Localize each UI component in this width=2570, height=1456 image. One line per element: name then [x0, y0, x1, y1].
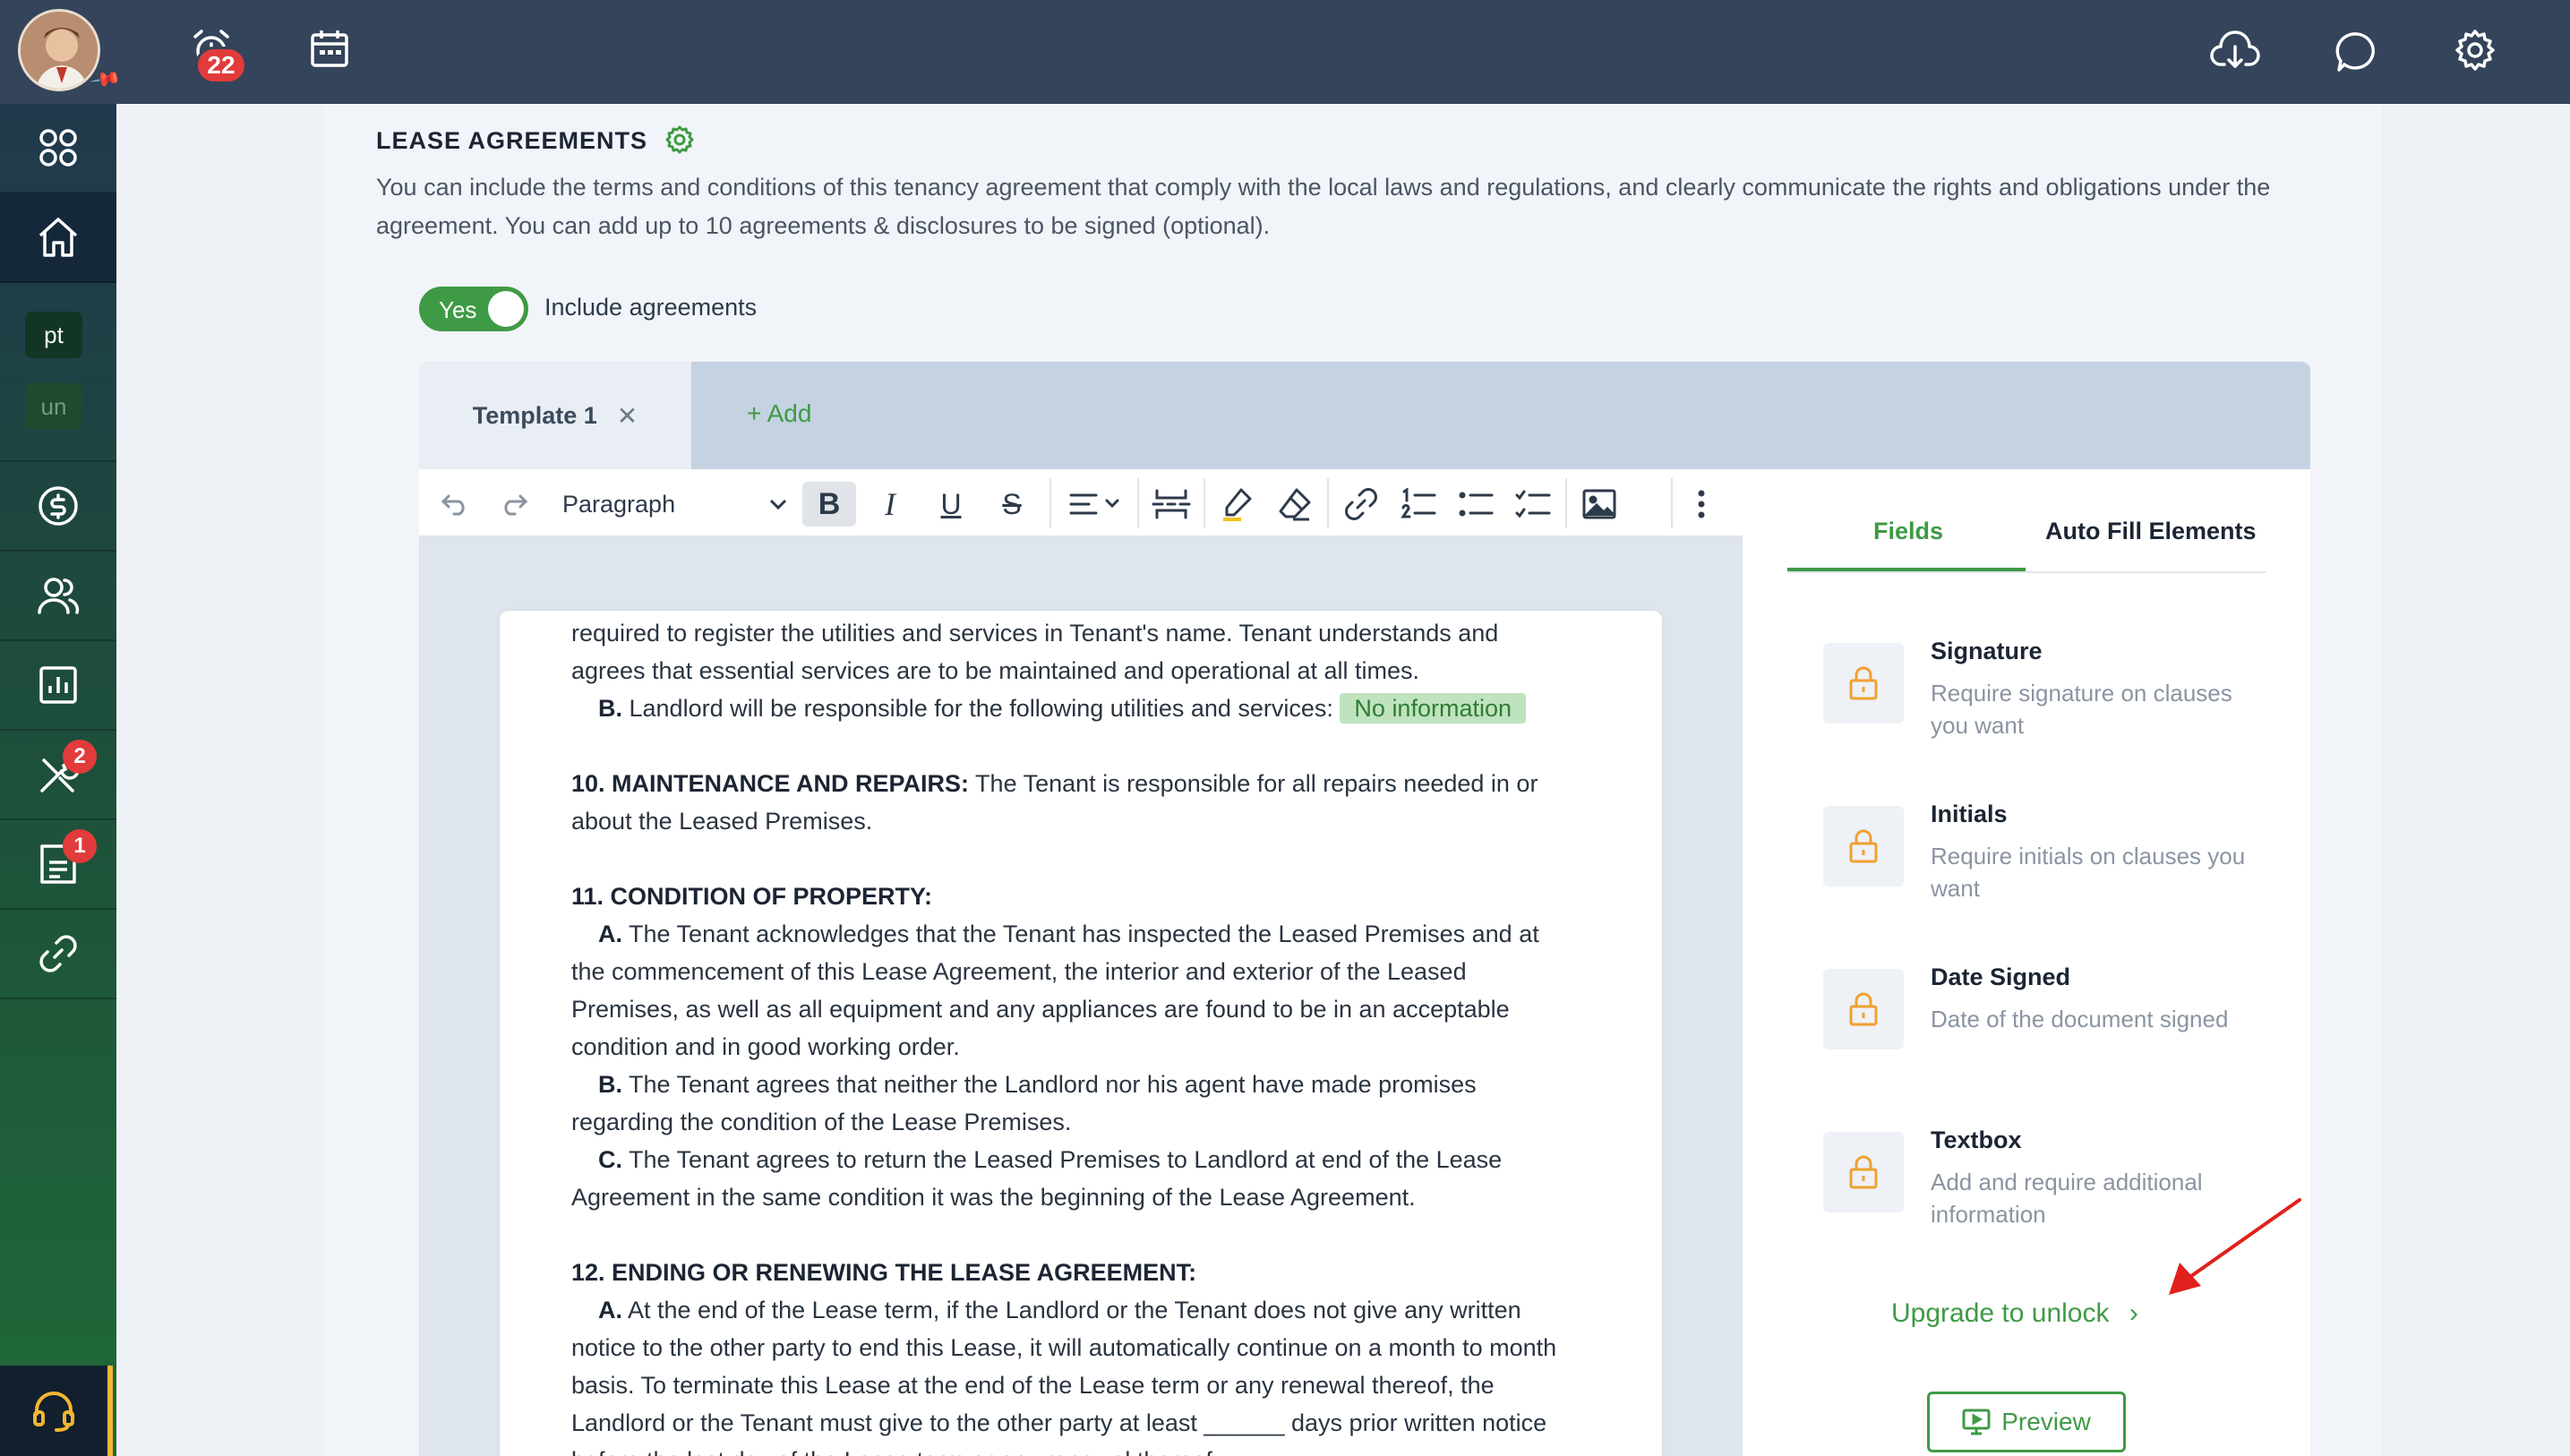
sidebar-item-reports[interactable] — [0, 641, 116, 731]
monitor-play-icon — [1962, 1409, 1991, 1435]
calendar-icon[interactable] — [306, 25, 353, 72]
sidebar-chip-pt[interactable]: pt — [25, 312, 82, 358]
add-template-button[interactable]: + Add — [747, 399, 811, 428]
preview-button[interactable]: Preview — [1927, 1392, 2126, 1452]
sidebar-portfolio-group: pt un — [0, 283, 116, 462]
block-format-value: Paragraph — [562, 490, 676, 518]
gear-icon[interactable] — [2450, 25, 2500, 75]
sidebar-item-payments[interactable] — [0, 462, 116, 552]
checklist-icon[interactable] — [1508, 482, 1558, 527]
field-initials[interactable]: Initials Require initials on clauses you… — [1823, 801, 2271, 908]
sidebar: pt un 2 1 — [0, 104, 116, 1456]
documents-badge: 1 — [63, 829, 97, 863]
sidebar-item-home[interactable] — [0, 193, 116, 283]
bold-button[interactable]: B — [802, 482, 856, 527]
field-name: Textbox — [1931, 1126, 2022, 1153]
top-bar: 📌 22 — [0, 0, 2570, 104]
users-icon — [38, 578, 80, 614]
chevron-right-icon: › — [2129, 1298, 2138, 1328]
align-left-icon — [1069, 493, 1119, 515]
chevron-down-icon — [769, 499, 787, 510]
document-page[interactable]: required to register the utilities and s… — [500, 611, 1662, 1456]
tab-auto-fill-elements[interactable]: Auto Fill Elements — [2045, 518, 2257, 545]
numbered-list-icon[interactable] — [1393, 482, 1443, 527]
headset-icon — [33, 1391, 74, 1432]
tab-template-1[interactable]: Template 1 ✕ — [419, 362, 691, 469]
tools-badge: 2 — [63, 740, 97, 774]
include-agreements-toggle[interactable]: Yes — [419, 287, 528, 331]
section-description: You can include the terms and conditions… — [376, 174, 2271, 239]
annotation-arrow-icon — [2169, 1198, 2301, 1295]
lock-icon — [1823, 969, 1904, 1049]
sidebar-item-apps[interactable] — [0, 104, 116, 193]
align-button[interactable] — [1058, 482, 1130, 527]
page-break-icon[interactable] — [1146, 482, 1196, 527]
toggle-knob — [488, 291, 524, 327]
settings-gear-icon[interactable] — [664, 124, 695, 155]
support-button[interactable] — [0, 1366, 113, 1456]
strikethrough-button[interactable]: S — [985, 482, 1039, 527]
italic-button[interactable]: I — [863, 482, 917, 527]
section-title: LEASE AGREEMENTS — [376, 124, 695, 155]
close-icon[interactable]: ✕ — [617, 401, 638, 431]
field-name: Signature — [1931, 638, 2043, 664]
link-icon — [39, 935, 77, 972]
lock-icon — [1823, 1132, 1904, 1212]
chat-icon[interactable] — [2332, 27, 2382, 77]
sidebar-chip-un[interactable]: un — [25, 383, 82, 430]
sidebar-item-links[interactable] — [0, 910, 116, 999]
block-format-select[interactable]: Paragraph — [562, 482, 795, 527]
field-description: Require signature on clauses you want — [1931, 680, 2232, 739]
cloud-download-icon[interactable] — [2208, 25, 2262, 79]
tab-fields[interactable]: Fields — [1873, 518, 1943, 545]
tab-label: Template 1 — [472, 401, 597, 429]
chart-icon — [39, 666, 77, 704]
upgrade-to-unlock-link[interactable]: Upgrade to unlock › — [1891, 1298, 2138, 1329]
underline-button[interactable]: U — [924, 482, 978, 527]
document-text[interactable]: required to register the utilities and s… — [571, 611, 1610, 1456]
no-information-tag[interactable]: No information — [1340, 693, 1527, 724]
field-description: Date of the document signed — [1931, 1006, 2229, 1032]
editor-toolbar: Paragraph B I U S — [419, 469, 1743, 537]
field-date-signed[interactable]: Date Signed Date of the document signed — [1823, 964, 2271, 1071]
user-avatar[interactable] — [18, 9, 100, 91]
dollar-circle-icon — [39, 486, 78, 526]
undo-icon[interactable] — [435, 482, 475, 527]
field-name: Date Signed — [1931, 964, 2071, 990]
home-icon — [39, 218, 78, 257]
active-tab-indicator — [1787, 568, 2026, 571]
toggle-state-label: Yes — [439, 296, 477, 323]
sidebar-item-maintenance[interactable]: 2 — [0, 731, 116, 820]
eraser-icon[interactable] — [1270, 482, 1320, 527]
fields-panel-tabs: Fields Auto Fill Elements — [1787, 501, 2266, 573]
bullet-list-icon[interactable] — [1451, 482, 1501, 527]
image-icon[interactable] — [1574, 482, 1624, 527]
field-signature[interactable]: Signature Require signature on clauses y… — [1823, 638, 2271, 745]
lock-icon — [1823, 643, 1904, 724]
lock-icon — [1823, 806, 1904, 886]
link-icon[interactable] — [1336, 482, 1386, 527]
toggle-label: Include agreements — [544, 294, 758, 321]
notification-badge: 22 — [195, 47, 247, 84]
field-name: Initials — [1931, 801, 2008, 827]
more-options-icon[interactable] — [1682, 482, 1721, 527]
field-description: Require initials on clauses you want — [1931, 843, 2246, 902]
redo-icon[interactable] — [494, 482, 534, 527]
sidebar-item-people[interactable] — [0, 552, 116, 641]
sidebar-item-documents[interactable]: 1 — [0, 820, 116, 910]
template-tabs-bar — [419, 362, 2310, 469]
highlight-icon[interactable] — [1212, 482, 1263, 527]
apps-grid-icon — [39, 129, 77, 167]
